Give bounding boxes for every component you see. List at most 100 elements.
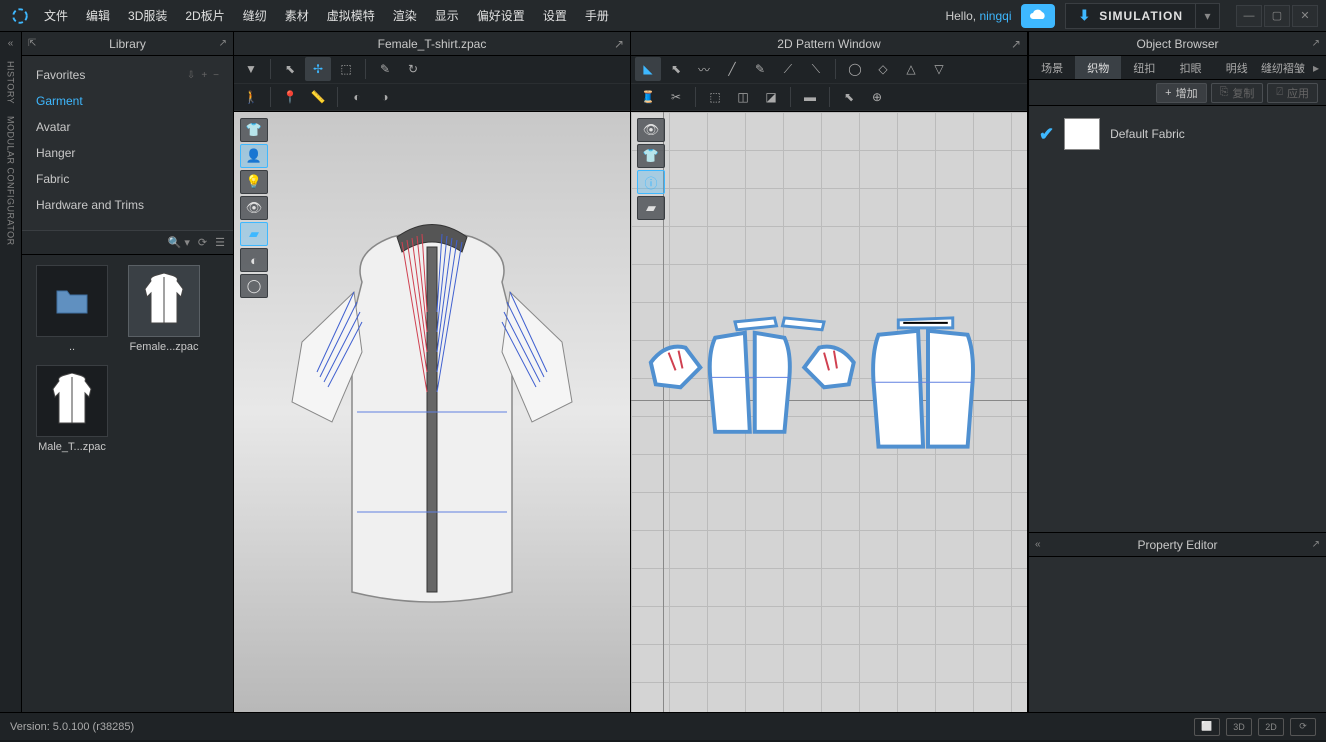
tool-2d-curve[interactable]: 〰 [691,57,717,81]
list-view-icon[interactable]: ☰ [215,236,225,249]
status-bar: Version: 5.0.100 (r38285) ⬜3D2D⟳ [0,712,1326,740]
tool-measure[interactable]: 📏 [305,85,331,109]
object-tab[interactable]: 纽扣 [1121,56,1167,79]
tool-2d-c[interactable]: ◯ [842,57,868,81]
viewport-3d-popout[interactable]: ↗ [614,37,624,51]
lib-import-icon[interactable]: ⇩ [187,70,195,81]
library-item[interactable]: Avatar [22,114,233,140]
object-tab[interactable]: 场景 [1029,56,1075,79]
rail-history[interactable]: HISTORY [6,61,16,104]
menu-item[interactable]: 缝纫 [243,7,267,24]
tool-down-arrow[interactable]: ▼ [238,57,264,81]
hello-text: Hello, ningqi [945,9,1011,23]
library-item[interactable]: Favorites⇩+− [22,62,233,88]
rail-modular-configurator[interactable]: MODULAR CONFIGURATOR [6,116,16,246]
tool-2d-select[interactable]: ◣ [635,57,661,81]
simulation-button[interactable]: ⬇ SIMULATION [1065,3,1196,29]
collapse-icon[interactable]: « [8,38,14,49]
check-icon[interactable]: ✔ [1039,124,1054,145]
library-item[interactable]: Garment [22,88,233,114]
property-editor-title: Property Editor [1137,538,1217,552]
menu-item[interactable]: 3D服装 [128,7,167,24]
vp3d-avatar-icon[interactable]: 👤 [240,144,268,168]
tool-2d-k[interactable]: ⊕ [864,85,890,109]
window-maximize[interactable]: ▢ [1264,5,1290,27]
object-tab[interactable]: 明线 [1214,56,1260,79]
thumbnail-item[interactable]: Female...zpac [124,265,204,353]
tool-avatar-walk[interactable]: 🚶 [238,85,264,109]
vp3d-garment-icon[interactable]: 👕 [240,118,268,142]
refresh-button[interactable]: ⟳ [1290,718,1316,736]
lib-remove-icon[interactable]: − [213,70,219,81]
library-item[interactable]: Hardware and Trims [22,192,233,218]
tool-move[interactable]: ✢ [305,57,331,81]
tool-rotate[interactable]: ↻ [400,57,426,81]
hello-prefix: Hello, [945,9,979,23]
library-item[interactable]: Hanger [22,140,233,166]
library-item[interactable]: Fabric [22,166,233,192]
property-editor-popout[interactable]: ↗ [1312,539,1320,550]
tool-select-rect[interactable]: ⬚ [333,57,359,81]
object-action-复制: ⎘复制 [1211,83,1264,103]
tool-2d-point[interactable]: ⬉ [663,57,689,81]
object-tab[interactable]: 扣眼 [1168,56,1214,79]
search-icon[interactable]: 🔍 ▾ [168,236,190,249]
tool-2d-f[interactable]: ▽ [926,57,952,81]
tool-misc-a[interactable]: ◐ [344,85,370,109]
tool-2d-e[interactable]: △ [898,57,924,81]
menu-item[interactable]: 渲染 [393,7,417,24]
menu-item[interactable]: 素材 [285,7,309,24]
refresh-icon[interactable]: ⟳ [198,236,207,249]
viewport-2d[interactable]: 👁 👕 ⓘ ▰ [631,112,1028,712]
tool-2d-a[interactable]: ⟋ [775,57,801,81]
tool-pen[interactable]: ✎ [372,57,398,81]
menu-item[interactable]: 设置 [543,7,567,24]
tool-2d-b[interactable]: ⟍ [803,57,829,81]
simulation-dropdown[interactable]: ▾ [1196,3,1220,29]
center-area: Female_T-shirt.zpac ↗ 2D Pattern Window … [234,32,1028,712]
view-mode-button[interactable]: 3D [1226,718,1252,736]
object-browser-tabs: 场景织物纽扣扣眼明线缝纫褶皱▸ [1029,56,1326,80]
tool-2d-sew[interactable]: 🧵 [635,85,661,109]
property-collapse-icon[interactable]: « [1035,539,1041,550]
menu-item[interactable]: 编辑 [86,7,110,24]
tool-pin[interactable]: 📍 [277,85,303,109]
library-popout-icon[interactable]: ↗ [219,38,227,49]
tool-2d-cursor2[interactable]: ⬉ [836,85,862,109]
menu-item[interactable]: 2D板片 [185,7,224,24]
tool-2d-g[interactable]: ✂ [663,85,689,109]
view-mode-button[interactable]: ⬜ [1194,718,1220,736]
viewport-3d[interactable]: 👕 👤 💡 👁 ▰ ◐ ◯ [234,112,631,712]
lib-add-icon[interactable]: + [201,70,207,81]
tool-2d-iron[interactable]: ▬ [797,85,823,109]
menu-item[interactable]: 手册 [585,7,609,24]
thumbnail-item[interactable]: .. [32,265,112,353]
menu-item[interactable]: 文件 [44,7,68,24]
tool-misc-b[interactable]: ◑ [372,85,398,109]
object-tab[interactable]: 织物 [1075,56,1121,79]
tabs-scroll-right[interactable]: ▸ [1306,61,1326,75]
window-close[interactable]: ✕ [1292,5,1318,27]
object-browser-popout[interactable]: ↗ [1312,38,1320,49]
library-pin-icon[interactable]: ⇱ [28,38,36,49]
cloud-button[interactable] [1021,4,1055,28]
object-tab[interactable]: 缝纫褶皱 [1260,56,1306,79]
tool-2d-edit[interactable]: ✎ [747,57,773,81]
view-mode-button[interactable]: 2D [1258,718,1284,736]
tool-2d-line[interactable]: ╱ [719,57,745,81]
menu-item[interactable]: 虚拟模特 [327,7,375,24]
vp3d-light-icon[interactable]: 💡 [240,170,268,194]
object-list-item[interactable]: ✔Default Fabric [1039,118,1316,150]
tool-2d-h[interactable]: ⬚ [702,85,728,109]
viewport-3d-tab: Female_T-shirt.zpac ↗ [234,32,631,55]
viewport-2d-popout[interactable]: ↗ [1011,37,1021,51]
tool-2d-d[interactable]: ◇ [870,57,896,81]
tool-cursor[interactable]: ⬉ [277,57,303,81]
window-minimize[interactable]: — [1236,5,1262,27]
tool-2d-i[interactable]: ◫ [730,85,756,109]
tool-2d-j[interactable]: ◪ [758,85,784,109]
thumbnail-item[interactable]: Male_T...zpac [32,365,112,453]
menu-item[interactable]: 显示 [435,7,459,24]
object-action-增加[interactable]: +增加 [1156,83,1206,103]
menu-item[interactable]: 偏好设置 [477,7,525,24]
